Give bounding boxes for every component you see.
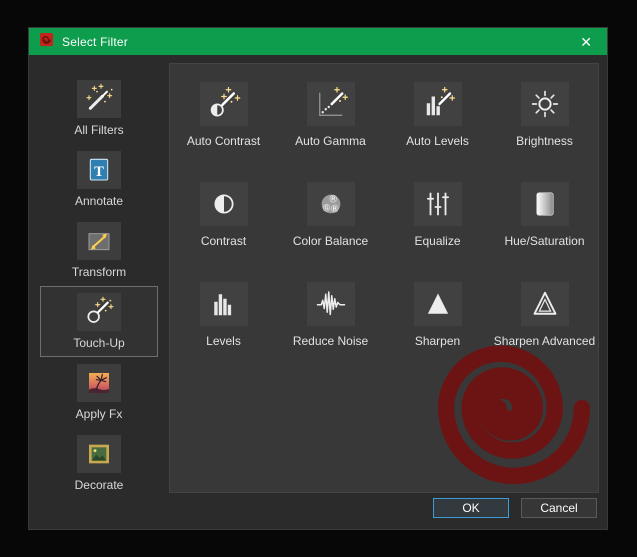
sidebar-item-label: Decorate [74,478,124,492]
filter-item-label: Sharpen Advanced [493,334,596,348]
svg-text:B: B [332,206,336,212]
category-sidebar: All Filters T Annotate Transform Touch-U… [29,61,169,499]
select-filter-dialog: Select Filter ✕ All Filters T Annotate T… [28,27,608,530]
filter-item-label: Hue/Saturation [504,234,585,248]
decorate-icon [81,438,117,470]
filter-item-label: Sharpen [414,334,461,348]
filter-item-tile [520,182,569,226]
sidebar-item-apply-fx[interactable]: Apply Fx [40,357,158,428]
auto-levels-icon [418,86,458,122]
sidebar-item-tile [77,364,121,402]
sidebar-item-label: All Filters [74,123,124,137]
filter-item-label: Contrast [200,234,247,248]
filter-grid-panel: Auto Contrast Auto Gamma Auto Levels Bri… [169,63,599,493]
titlebar: Select Filter ✕ [29,28,607,55]
auto-contrast-icon [204,86,244,122]
filter-item-label: Reduce Noise [292,334,369,348]
filter-item-tile [306,82,355,126]
sidebar-item-tile: T [77,151,121,189]
filter-item-tile [413,182,462,226]
filter-item-tile [413,82,462,126]
filter-item-tile [413,282,462,326]
hue-saturation-icon [525,186,565,222]
filter-item-tile [199,82,248,126]
app-logo-icon [39,32,54,52]
sidebar-item-decorate[interactable]: Decorate [40,428,158,499]
filter-item-label: Color Balance [292,234,369,248]
filter-item-tile [520,282,569,326]
filter-color-balance[interactable]: RGB Color Balance [277,174,384,274]
brightness-icon [525,86,565,122]
filter-sharpen-advanced[interactable]: Sharpen Advanced [491,274,598,374]
sidebar-item-annotate[interactable]: T Annotate [40,144,158,215]
apply-fx-icon [81,367,117,399]
close-icon[interactable]: ✕ [575,33,597,51]
filter-grid: Auto Contrast Auto Gamma Auto Levels Bri… [170,64,598,374]
sidebar-item-label: Apply Fx [75,407,123,421]
ok-button[interactable]: OK [433,498,509,518]
filter-item-tile: RGB [306,182,355,226]
svg-text:G: G [324,206,329,212]
filter-levels[interactable]: Levels [170,274,277,374]
filter-auto-contrast[interactable]: Auto Contrast [170,74,277,174]
filter-reduce-noise[interactable]: Reduce Noise [277,274,384,374]
filter-item-tile [199,282,248,326]
sidebar-item-label: Annotate [74,194,124,208]
touch-up-icon [81,296,117,328]
sidebar-item-all-filters[interactable]: All Filters [40,73,158,144]
sidebar-item-label: Touch-Up [73,336,125,350]
filter-item-label: Brightness [516,134,573,148]
filter-item-label: Auto Contrast [186,134,261,148]
sharpen-advanced-icon [525,286,565,322]
sidebar-item-tile [77,222,121,260]
sidebar-item-tile [77,80,121,118]
filter-item-tile [199,182,248,226]
sidebar-item-touch-up[interactable]: Touch-Up [40,286,158,357]
equalize-icon [418,186,458,222]
filter-brightness[interactable]: Brightness [491,74,598,174]
magic-wand-icon [81,83,117,115]
window-title: Select Filter [62,34,128,49]
sharpen-icon [418,286,458,322]
sidebar-item-tile [77,435,121,473]
dialog-body: All Filters T Annotate Transform Touch-U… [29,55,607,529]
filter-item-label: Equalize [414,234,461,248]
filter-item-label: Auto Levels [406,134,469,148]
svg-text:R: R [331,197,335,203]
dialog-button-row: OK Cancel [433,498,597,518]
contrast-icon [204,186,244,222]
filter-item-label: Auto Gamma [295,134,366,148]
filter-hue-saturation[interactable]: Hue/Saturation [491,174,598,274]
sidebar-item-tile [77,293,121,331]
filter-sharpen[interactable]: Sharpen [384,274,491,374]
filter-item-tile [520,82,569,126]
filter-auto-levels[interactable]: Auto Levels [384,74,491,174]
sidebar-item-label: Transform [71,265,127,279]
filter-contrast[interactable]: Contrast [170,174,277,274]
transform-icon [81,225,117,257]
cancel-button[interactable]: Cancel [521,498,597,518]
svg-text:T: T [94,164,104,180]
auto-gamma-icon [311,86,351,122]
filter-item-tile [306,282,355,326]
annotate-icon: T [81,154,117,186]
filter-equalize[interactable]: Equalize [384,174,491,274]
color-balance-icon: RGB [311,186,351,222]
sidebar-item-transform[interactable]: Transform [40,215,158,286]
levels-icon [204,286,244,322]
filter-auto-gamma[interactable]: Auto Gamma [277,74,384,174]
reduce-noise-icon [311,286,351,322]
filter-item-label: Levels [206,334,241,348]
